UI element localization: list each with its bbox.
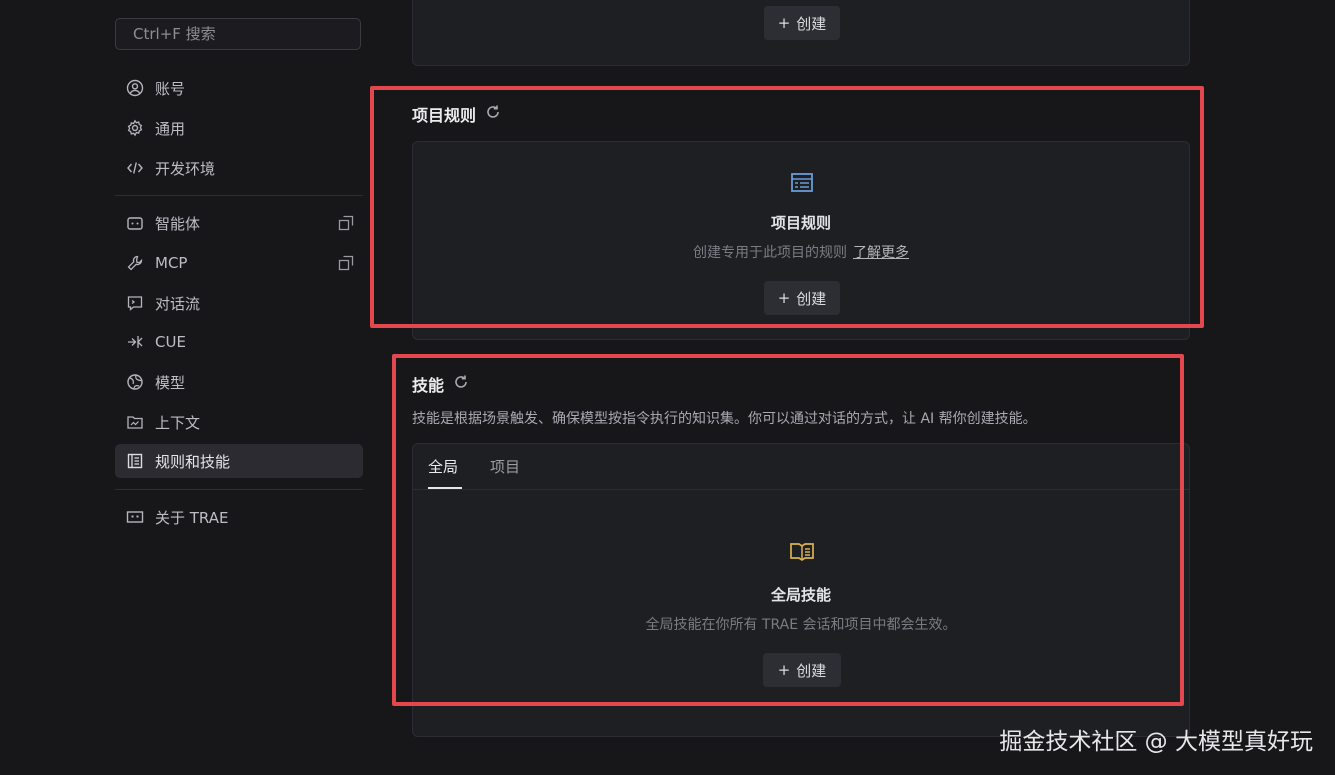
plus-icon: + — [777, 14, 791, 32]
sidebar-item-context[interactable]: 上下文 — [115, 405, 363, 439]
globe-icon — [125, 372, 145, 392]
sidebar-item-rules-skills[interactable]: 规则和技能 — [115, 444, 363, 478]
skills-card: 全局 项目 全局技能 全局技能在你所有 TRAE 会话和项目中都会生效。 + 创… — [412, 443, 1190, 737]
plus-icon: + — [777, 289, 791, 307]
project-rules-card: 项目规则 创建专用于此项目的规则 了解更多 + 创建 — [412, 141, 1190, 340]
sidebar-item-label: CUE — [155, 333, 186, 351]
sidebar-item-account[interactable]: 账号 — [115, 71, 363, 105]
create-rule-button[interactable]: + 创建 — [764, 281, 840, 315]
cue-icon — [125, 332, 145, 352]
trae-icon — [125, 507, 145, 527]
sidebar-item-general[interactable]: 通用 — [115, 111, 363, 145]
tab-project[interactable]: 项目 — [490, 456, 520, 477]
sidebar-item-cue[interactable]: CUE — [115, 325, 363, 359]
active-tab-indicator — [428, 487, 462, 489]
sidebar-item-label: 对话流 — [155, 294, 201, 313]
external-window-icon[interactable] — [337, 254, 355, 272]
bot-icon — [125, 213, 145, 233]
skills-book-icon — [790, 543, 814, 562]
empty-state-description: 创建专用于此项目的规则 了解更多 — [693, 245, 909, 261]
folder-icon — [125, 412, 145, 432]
skills-description: 技能是根据场景触发、确保模型按指令执行的知识集。你可以通过对话的方式，让 AI … — [412, 411, 1037, 427]
empty-state-description: 全局技能在你所有 TRAE 会话和项目中都会生效。 — [645, 617, 957, 633]
gear-icon — [125, 118, 145, 138]
sidebar-divider — [115, 195, 363, 196]
sidebar-item-label: 开发环境 — [155, 159, 216, 178]
sidebar-item-label: MCP — [155, 254, 188, 272]
empty-state-title: 项目规则 — [770, 214, 831, 232]
refresh-icon[interactable] — [484, 103, 502, 125]
create-button[interactable]: + 创建 — [764, 6, 840, 40]
sidebar-item-about[interactable]: 关于 TRAE — [115, 500, 363, 534]
external-window-icon[interactable] — [337, 214, 355, 232]
sidebar-item-label: 账号 — [155, 79, 186, 98]
create-skill-button[interactable]: + 创建 — [763, 653, 841, 687]
sidebar-item-agents[interactable]: 智能体 — [115, 206, 363, 240]
sidebar-item-model[interactable]: 模型 — [115, 365, 363, 399]
sidebar-item-label: 通用 — [155, 119, 186, 138]
search-input[interactable]: Ctrl+F 搜索 — [115, 18, 361, 50]
plus-icon: + — [777, 661, 791, 679]
refresh-icon[interactable] — [452, 373, 470, 395]
sidebar-item-label: 规则和技能 — [155, 452, 231, 471]
sidebar-item-mcp[interactable]: MCP — [115, 246, 363, 280]
sidebar-item-conversation-flow[interactable]: 对话流 — [115, 286, 363, 320]
sidebar-item-label: 模型 — [155, 373, 186, 392]
wrench-icon — [125, 253, 145, 273]
sidebar-divider — [115, 489, 363, 490]
learn-more-link[interactable]: 了解更多 — [853, 245, 909, 261]
terminal-chat-icon — [125, 293, 145, 313]
code-icon — [125, 158, 145, 178]
user-circle-icon — [125, 78, 145, 98]
rules-list-icon — [791, 173, 813, 192]
project-rules-heading: 项目规则 — [412, 102, 502, 126]
book-icon — [125, 451, 145, 471]
sidebar-item-label: 关于 TRAE — [155, 508, 229, 527]
sidebar-item-label: 上下文 — [155, 413, 201, 432]
top-card: + 创建 — [412, 0, 1190, 66]
empty-state-title: 全局技能 — [770, 586, 831, 604]
sidebar-item-dev-env[interactable]: 开发环境 — [115, 151, 363, 185]
tab-global[interactable]: 全局 — [428, 456, 458, 477]
skills-tabs: 全局 项目 — [413, 444, 1189, 490]
watermark: 掘金技术社区 @ 大模型真好玩 — [999, 729, 1313, 755]
skills-heading: 技能 — [412, 372, 470, 396]
sidebar-item-label: 智能体 — [155, 214, 201, 233]
